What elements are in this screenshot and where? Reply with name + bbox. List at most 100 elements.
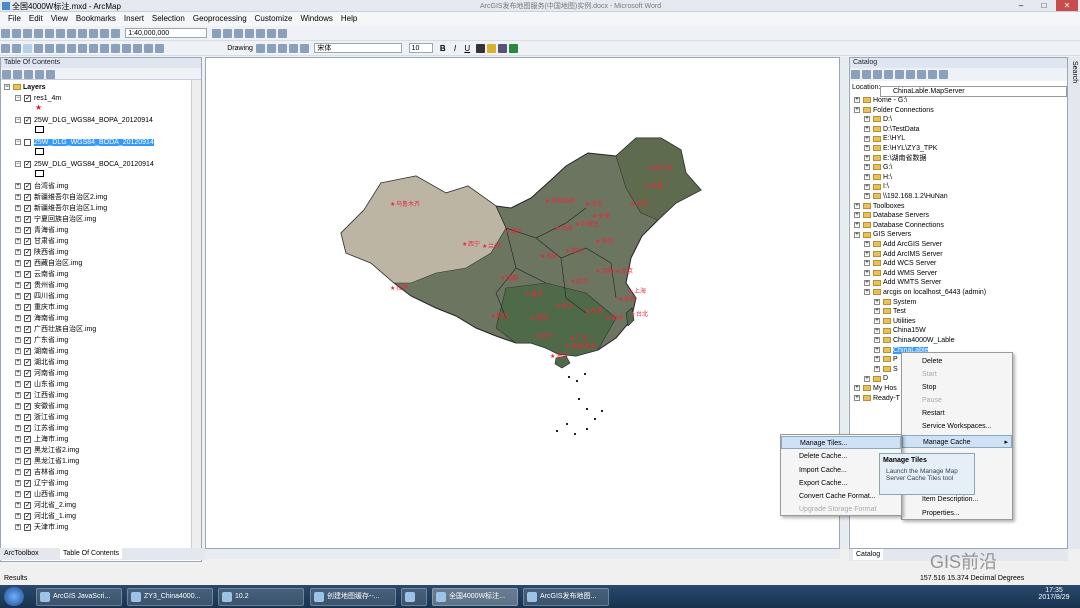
layer-visibility-checkbox[interactable] — [24, 401, 31, 412]
expand-icon[interactable]: + — [15, 337, 21, 344]
catalog-item[interactable]: + Database Connections — [854, 221, 944, 231]
expand-icon[interactable]: + — [15, 491, 21, 498]
expand-icon[interactable]: + — [15, 315, 21, 322]
layer-visibility-checkbox[interactable] — [24, 467, 31, 478]
catalog-item[interactable]: + Utilities — [874, 317, 916, 327]
toc-layer[interactable]: + 新疆维吾尔自治区1.img — [15, 203, 107, 214]
back-icon[interactable] — [851, 70, 860, 79]
expand-icon[interactable]: − — [15, 95, 21, 102]
expand-icon[interactable]: + — [864, 193, 870, 200]
expand-icon[interactable]: + — [15, 216, 21, 223]
options-icon[interactable] — [46, 70, 55, 79]
add-data-icon[interactable] — [111, 29, 120, 38]
menu-windows[interactable]: Windows — [300, 12, 332, 26]
menu-stop[interactable]: Stop — [922, 381, 936, 394]
copy-icon[interactable] — [56, 29, 65, 38]
toc-icon[interactable] — [223, 29, 233, 38]
redo-icon[interactable] — [100, 29, 109, 38]
toc-layer[interactable]: + 广东省.img — [15, 335, 68, 346]
toc-layer[interactable]: + 上海市.img — [15, 434, 68, 445]
toc-layer[interactable]: + 西藏自治区.img — [15, 258, 82, 269]
home-icon[interactable] — [884, 70, 893, 79]
menu-restart[interactable]: Restart — [922, 407, 945, 420]
layer-visibility-checkbox[interactable] — [24, 159, 31, 170]
up-icon[interactable] — [873, 70, 882, 79]
expand-icon[interactable]: + — [864, 173, 870, 180]
expand-icon[interactable]: + — [874, 346, 880, 353]
search-side-tab[interactable]: Search — [1068, 57, 1080, 549]
catalog-item[interactable]: + arcgis on localhost_6443 (admin) — [864, 288, 986, 298]
layer-visibility-checkbox[interactable] — [24, 247, 31, 258]
menu-geoprocessing[interactable]: Geoprocessing — [193, 12, 247, 26]
catalog-item[interactable]: + Ready-T — [854, 394, 900, 404]
catalog-item[interactable]: + S — [874, 365, 898, 375]
layer-visibility-checkbox[interactable] — [24, 500, 31, 511]
layer-visibility-checkbox[interactable] — [24, 280, 31, 291]
toc-layer[interactable]: + 山东省.img — [15, 379, 68, 390]
back-icon[interactable] — [67, 44, 76, 53]
text-icon[interactable] — [289, 44, 299, 53]
taskbar-item-browser[interactable]: ArcGIS JavaScri... — [36, 588, 122, 606]
expand-icon[interactable]: + — [854, 231, 860, 238]
catalog-item[interactable]: + Add ArcGIS Server — [864, 240, 942, 250]
expand-icon[interactable]: + — [15, 227, 21, 234]
expand-icon[interactable]: + — [15, 194, 21, 201]
expand-icon[interactable]: + — [874, 337, 880, 344]
taskbar-item-folder-2[interactable]: 10.2 — [218, 588, 304, 606]
list-by-source-icon[interactable] — [13, 70, 22, 79]
menu-delete-cache[interactable]: Delete Cache... — [799, 450, 847, 463]
toc-layer[interactable]: + 安徽省.img — [15, 401, 68, 412]
taskbar-item-arcmap[interactable]: 全国4000W标注... — [432, 588, 518, 606]
close-button[interactable]: ✕ — [1056, 0, 1078, 11]
toc-layer[interactable]: + 河北省_1.img — [15, 511, 76, 522]
toc-layer[interactable]: + 青海省.img — [15, 225, 68, 236]
layer-visibility-checkbox[interactable] — [24, 357, 31, 368]
python-icon[interactable] — [267, 29, 277, 38]
expand-icon[interactable]: + — [864, 183, 870, 190]
start-button[interactable] — [4, 587, 24, 606]
full-extent-icon[interactable] — [34, 44, 43, 53]
menu-edit[interactable]: Edit — [29, 12, 43, 26]
layer-visibility-checkbox[interactable] — [24, 478, 31, 489]
catalog-item[interactable]: + Folder Connections — [854, 106, 934, 116]
expand-icon[interactable]: + — [874, 365, 880, 372]
tab-catalog[interactable]: Catalog — [853, 549, 884, 560]
layer-visibility-checkbox[interactable] — [24, 181, 31, 192]
maximize-button[interactable]: □ — [1033, 0, 1055, 11]
undo-icon[interactable] — [89, 29, 98, 38]
toc-layer[interactable]: + 辽宁省.img — [15, 478, 68, 489]
results-tab[interactable]: Results — [4, 575, 27, 582]
catalog-item[interactable]: + Add WMS Server — [864, 269, 937, 279]
toc-layer[interactable]: + 台湾省.img — [15, 181, 68, 192]
toc-layer[interactable]: + 重庆市.img — [15, 302, 68, 313]
catalog-item[interactable]: + Database Servers — [854, 211, 929, 221]
expand-icon[interactable]: + — [15, 271, 21, 278]
layer-visibility-checkbox[interactable] — [24, 214, 31, 225]
cut-icon[interactable] — [45, 29, 54, 38]
layer-visibility-checkbox[interactable] — [24, 324, 31, 335]
toc-layer[interactable]: − 25W_DLG_WGS84_BODA_20120914 — [15, 137, 154, 148]
toc-layer[interactable]: + 吉林省.img — [15, 467, 68, 478]
editor-icon[interactable] — [212, 29, 222, 38]
expand-icon[interactable]: + — [864, 154, 870, 161]
catalog-item[interactable]: + \\192.168.1.2\HuNan — [864, 192, 948, 202]
catalog-item[interactable]: + Test — [874, 307, 906, 317]
expand-icon[interactable]: + — [874, 298, 880, 305]
menu-insert[interactable]: Insert — [124, 12, 144, 26]
layer-visibility-checkbox[interactable] — [24, 445, 31, 456]
disconnect-folder-icon[interactable] — [906, 70, 915, 79]
toc-layer[interactable]: + 天津市.img — [15, 522, 68, 533]
expand-icon[interactable]: + — [864, 269, 870, 276]
expand-icon[interactable]: + — [15, 502, 21, 509]
catalog-item[interactable]: + Toolboxes — [854, 202, 905, 212]
delete-icon[interactable] — [78, 29, 87, 38]
expand-icon[interactable]: + — [15, 293, 21, 300]
expand-icon[interactable]: − — [15, 161, 21, 168]
expand-icon[interactable]: + — [864, 164, 870, 171]
menu-bookmarks[interactable]: Bookmarks — [76, 12, 116, 26]
toc-layer[interactable]: + 江苏省.img — [15, 423, 68, 434]
expand-icon[interactable]: + — [864, 250, 870, 257]
tab-arctoolbox[interactable]: ArcToolbox — [4, 548, 39, 559]
bold-button[interactable]: B — [440, 42, 446, 55]
expand-icon[interactable]: + — [864, 289, 870, 296]
